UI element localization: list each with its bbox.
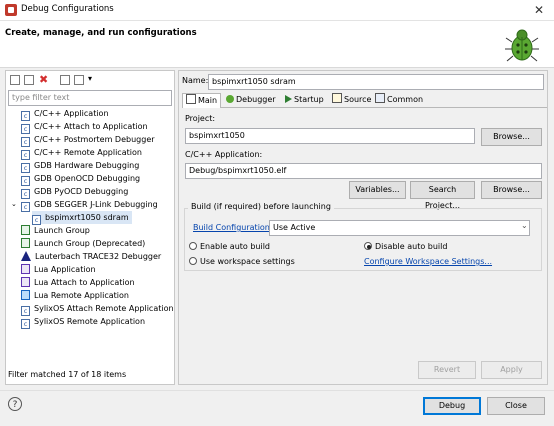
- search-project-button[interactable]: Search Project...: [410, 181, 475, 210]
- tree-item-launch-group-deprecated[interactable]: Launch Group (Deprecated): [21, 237, 145, 250]
- tree-item-gdb-hardware[interactable]: c GDB Hardware Debugging: [21, 159, 139, 173]
- debug-button[interactable]: Debug: [423, 397, 481, 415]
- configuration-list-panel: ✖ ▾ type filter text c C/C++ Application …: [5, 70, 175, 385]
- main-tab-icon: [186, 94, 196, 104]
- configuration-editor-panel: Name: bspimxrt1050 sdram Main Debugger S…: [178, 70, 548, 385]
- title-bar: Debug Configurations ✕: [0, 0, 554, 21]
- tree-item-sylixos-attach-remote[interactable]: c SylixOS Attach Remote Application: [21, 302, 174, 316]
- tab-main[interactable]: Main: [182, 93, 222, 108]
- name-field[interactable]: bspimxrt1050 sdram: [208, 74, 544, 90]
- filter-status: Filter matched 17 of 18 items: [8, 370, 127, 379]
- use-workspace-settings-radio[interactable]: [189, 257, 197, 265]
- tab-debugger[interactable]: Debugger: [223, 93, 279, 107]
- variables-button[interactable]: Variables...: [349, 181, 406, 199]
- delete-config-icon[interactable]: ✖: [39, 73, 48, 86]
- tab-common[interactable]: Common: [372, 93, 426, 107]
- close-button[interactable]: Close: [487, 397, 545, 415]
- filter-icon[interactable]: [74, 75, 84, 85]
- window-title: Debug Configurations: [21, 4, 114, 14]
- view-menu-icon[interactable]: ▾: [88, 74, 92, 83]
- debugger-tab-icon: [226, 95, 234, 103]
- help-icon[interactable]: ?: [8, 397, 22, 411]
- disable-auto-build-radio[interactable]: [364, 242, 372, 250]
- tree-item-gdb-segger-jlink[interactable]: c GDB SEGGER J-Link Debugging: [21, 198, 158, 212]
- tab-startup[interactable]: Startup: [282, 93, 327, 107]
- common-tab-icon: [375, 93, 385, 103]
- application-browse-button[interactable]: Browse...: [481, 181, 542, 199]
- tree-item-lua-remote[interactable]: Lua Remote Application: [21, 289, 129, 302]
- filter-input[interactable]: type filter text: [8, 90, 172, 106]
- name-label: Name:: [182, 76, 209, 85]
- tree-item-lauterbach-trace32[interactable]: Lauterbach TRACE32 Debugger: [21, 250, 161, 263]
- tree-item-gdb-openocd[interactable]: c GDB OpenOCD Debugging: [21, 172, 140, 186]
- source-tab-icon: [332, 93, 342, 103]
- tree-item-launch-group[interactable]: Launch Group: [21, 224, 90, 237]
- lua-icon: [21, 290, 30, 300]
- revert-button[interactable]: Revert: [418, 361, 476, 379]
- debug-bug-icon: [505, 29, 539, 62]
- chevron-down-icon[interactable]: ⌄: [521, 221, 528, 230]
- dialog-header: Create, manage, and run configurations: [0, 21, 554, 68]
- tree-item-lua-application[interactable]: Lua Application: [21, 263, 96, 276]
- application-label: C/C++ Application:: [185, 150, 263, 159]
- enable-auto-build-radio[interactable]: [189, 242, 197, 250]
- project-label: Project:: [185, 114, 216, 123]
- header-title: Create, manage, and run configurations: [5, 28, 197, 38]
- launch-group-icon: [21, 238, 30, 248]
- use-workspace-settings-label: Use workspace settings: [200, 257, 295, 266]
- c-file-icon: c: [21, 319, 30, 329]
- configure-workspace-settings-link[interactable]: Configure Workspace Settings...: [364, 257, 492, 266]
- trace32-icon: [21, 251, 31, 261]
- eclipse-app-icon: [5, 4, 17, 16]
- application-field[interactable]: Debug/bspimxrt1050.elf: [185, 163, 542, 179]
- footer-divider: [0, 390, 554, 391]
- duplicate-config-icon[interactable]: [24, 75, 34, 85]
- build-configuration-select[interactable]: Use Active: [269, 220, 530, 236]
- startup-tab-icon: [285, 95, 292, 103]
- apply-button[interactable]: Apply: [481, 361, 542, 379]
- tree-item-cpp-remote[interactable]: c C/C++ Remote Application: [21, 146, 142, 160]
- collapse-all-icon[interactable]: [60, 75, 70, 85]
- new-config-icon[interactable]: [10, 75, 20, 85]
- close-window-icon[interactable]: ✕: [534, 3, 544, 17]
- tree-item-cpp-attach[interactable]: c C/C++ Attach to Application: [21, 120, 148, 134]
- tree-item-sylixos-remote[interactable]: c SylixOS Remote Application: [21, 315, 145, 329]
- tab-divider: [182, 107, 547, 108]
- tree-item-cpp-postmortem[interactable]: c C/C++ Postmortem Debugger: [21, 133, 155, 147]
- tree-item-cpp-application[interactable]: c C/C++ Application: [21, 107, 109, 121]
- build-configuration-link[interactable]: Build Configuration:: [193, 223, 273, 232]
- enable-auto-build-label: Enable auto build: [200, 242, 271, 251]
- project-browse-button[interactable]: Browse...: [481, 128, 542, 146]
- chevron-down-icon[interactable]: ⌄: [11, 198, 17, 211]
- tab-source[interactable]: Source: [329, 93, 374, 107]
- disable-auto-build-label: Disable auto build: [375, 242, 448, 251]
- lua-icon: [21, 277, 30, 287]
- lua-icon: [21, 264, 30, 274]
- project-field[interactable]: bspimxrt1050: [185, 128, 475, 144]
- tree-item-lua-attach[interactable]: Lua Attach to Application: [21, 276, 135, 289]
- c-file-icon: c: [21, 202, 30, 212]
- build-group-title: Build (if required) before launching: [188, 202, 334, 211]
- launch-group-icon: [21, 225, 30, 235]
- tree-item-gdb-pyocd[interactable]: c GDB PyOCD Debugging: [21, 185, 128, 199]
- tree-item-bspimxrt1050-sdram[interactable]: c bspimxrt1050 sdram: [32, 211, 132, 225]
